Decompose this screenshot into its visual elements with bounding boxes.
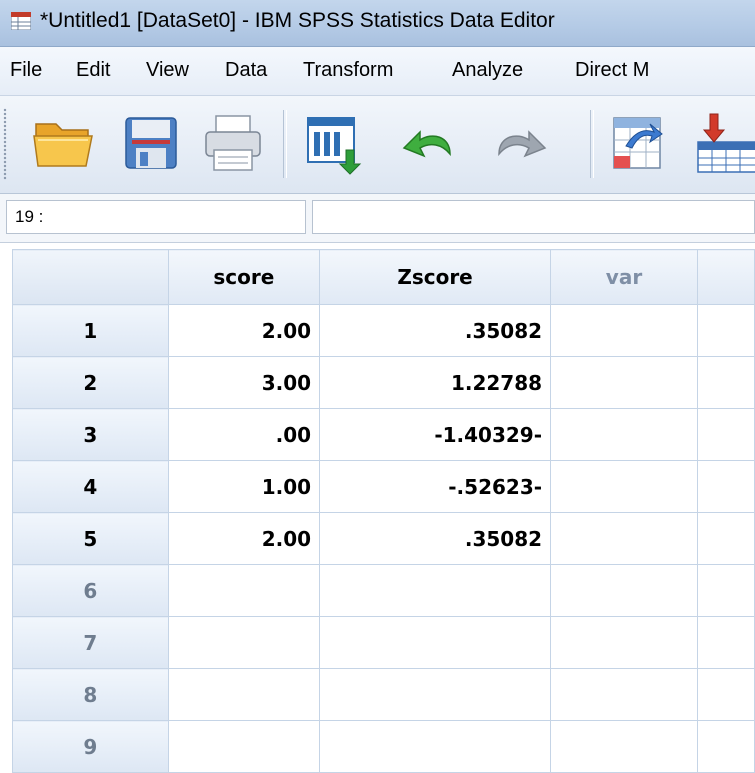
column-header-row: score Zscore var [12, 249, 755, 305]
cell-score[interactable] [167, 668, 321, 721]
cell-var[interactable] [696, 408, 755, 461]
spss-app-icon[interactable] [10, 11, 32, 31]
cell-zscore[interactable]: .35082 [319, 512, 552, 565]
cell-zscore[interactable]: .35082 [319, 304, 552, 357]
cell-var[interactable] [696, 356, 755, 409]
table-row: 1 2.00 .35082 [12, 304, 755, 357]
insert-cases-icon[interactable] [690, 110, 755, 176]
column-header-zscore[interactable]: Zscore [319, 249, 552, 305]
menu-direct-marketing[interactable]: Direct M [575, 59, 649, 82]
menu-transform[interactable]: Transform [303, 59, 393, 82]
undo-icon[interactable] [396, 110, 462, 176]
cell-var[interactable] [696, 564, 755, 617]
column-header-empty[interactable] [696, 249, 755, 305]
cell-zscore[interactable] [319, 668, 552, 721]
table-row: 2 3.00 1.22788 [12, 356, 755, 409]
cell-var[interactable] [550, 304, 698, 357]
cell-var[interactable] [696, 304, 755, 357]
recall-dialog-icon[interactable] [300, 110, 366, 176]
window-title: *Untitled1 [DataSet0] - IBM SPSS Statist… [40, 9, 555, 32]
menu-file[interactable]: File [10, 59, 42, 82]
cell-zscore[interactable]: 1.22788 [319, 356, 552, 409]
open-folder-icon[interactable] [30, 110, 96, 176]
grid-corner[interactable] [12, 249, 169, 305]
cell-score[interactable] [167, 564, 321, 617]
menu-bar: File Edit View Data Transform Analyze Di… [0, 47, 755, 96]
cell-reference-field[interactable]: 19 : [6, 200, 306, 234]
cell-zscore[interactable]: -.52623- [319, 460, 552, 513]
menu-edit[interactable]: Edit [76, 59, 110, 82]
cell-value-field[interactable] [312, 200, 755, 234]
column-header-var[interactable]: var [550, 249, 698, 305]
row-header[interactable]: 1 [12, 304, 169, 357]
toolbar [0, 96, 755, 194]
goto-case-icon[interactable] [604, 110, 670, 176]
cell-var[interactable] [696, 460, 755, 513]
row-header[interactable]: 4 [12, 460, 169, 513]
menu-data[interactable]: Data [225, 59, 267, 82]
cell-zscore[interactable]: -1.40329- [319, 408, 552, 461]
title-bar: *Untitled1 [DataSet0] - IBM SPSS Statist… [0, 0, 755, 47]
cell-var[interactable] [550, 564, 698, 617]
row-header[interactable]: 3 [12, 408, 169, 461]
cell-var[interactable] [550, 668, 698, 721]
row-header[interactable]: 6 [12, 564, 169, 617]
column-header-score[interactable]: score [167, 249, 321, 305]
table-row: 3 .00 -1.40329- [12, 408, 755, 461]
cell-zscore[interactable] [319, 564, 552, 617]
row-header[interactable]: 2 [12, 356, 169, 409]
cell-var[interactable] [550, 616, 698, 669]
toolbar-grip[interactable] [3, 108, 7, 180]
cell-var[interactable] [696, 668, 755, 721]
toolbar-separator [283, 110, 287, 178]
cell-var[interactable] [550, 512, 698, 565]
print-icon[interactable] [200, 110, 266, 176]
cell-var[interactable] [696, 512, 755, 565]
menu-view[interactable]: View [146, 59, 189, 82]
cell-var[interactable] [550, 460, 698, 513]
redo-icon[interactable] [487, 110, 553, 176]
save-icon[interactable] [118, 110, 184, 176]
table-row: 7 [12, 616, 755, 669]
table-row: 4 1.00 -.52623- [12, 460, 755, 513]
cell-var[interactable] [550, 356, 698, 409]
toolbar-separator [590, 110, 594, 178]
cell-score[interactable]: 2.00 [167, 304, 321, 357]
row-header[interactable]: 7 [12, 616, 169, 669]
cell-score[interactable]: .00 [167, 408, 321, 461]
table-row: 8 [12, 668, 755, 721]
cell-var[interactable] [696, 616, 755, 669]
cell-score[interactable]: 2.00 [167, 512, 321, 565]
cell-editor-bar: 19 : [0, 194, 755, 243]
menu-analyze[interactable]: Analyze [452, 59, 523, 82]
data-grid: score Zscore var 1 2.00 .35082 2 3.00 1.… [12, 249, 755, 773]
row-header[interactable]: 8 [12, 668, 169, 721]
cell-score[interactable]: 3.00 [167, 356, 321, 409]
cell-zscore[interactable] [319, 616, 552, 669]
row-header[interactable]: 5 [12, 512, 169, 565]
table-row: 5 2.00 .35082 [12, 512, 755, 565]
cell-score[interactable]: 1.00 [167, 460, 321, 513]
table-row: 6 [12, 564, 755, 617]
cell-var[interactable] [550, 408, 698, 461]
cell-score[interactable] [167, 616, 321, 669]
